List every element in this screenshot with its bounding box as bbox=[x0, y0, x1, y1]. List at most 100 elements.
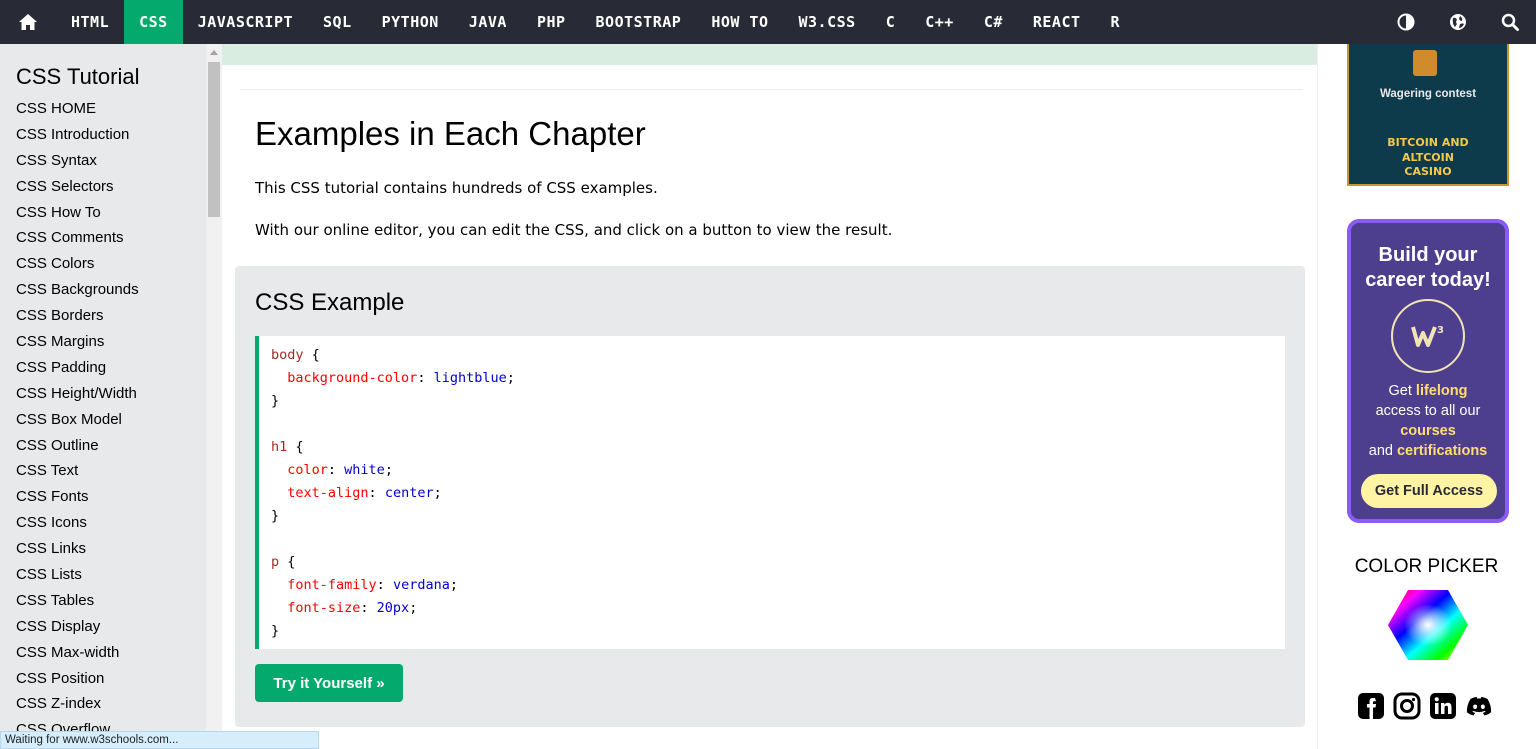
casino-ad[interactable]: Wagering contest BITCOIN AND ALTCOIN CAS… bbox=[1347, 44, 1509, 186]
code-token: ; bbox=[449, 577, 458, 593]
sidebar: CSS Tutorial CSS HOME CSS Introduction CSS… bbox=[0, 44, 206, 749]
sidebar-item-css-height-width[interactable]: CSS Height/Width bbox=[0, 381, 206, 407]
globe-icon[interactable] bbox=[1432, 0, 1484, 44]
nav-item-java[interactable]: JAVA bbox=[454, 0, 522, 44]
theme-toggle-icon[interactable] bbox=[1380, 0, 1432, 44]
career-ad[interactable]: Build your career today! 3 Get lifelong … bbox=[1347, 219, 1509, 523]
sidebar-item-css-borders[interactable]: CSS Borders bbox=[0, 303, 206, 329]
career-text-get: Get bbox=[1388, 383, 1416, 399]
code-token: : bbox=[368, 485, 385, 501]
code-line: text-align: center; bbox=[271, 482, 1273, 505]
facebook-icon[interactable] bbox=[1357, 692, 1385, 720]
nav-item-python[interactable]: PYTHON bbox=[367, 0, 454, 44]
example-box: CSS Example body { background-color: lig… bbox=[235, 266, 1305, 727]
sidebar-item-css-links[interactable]: CSS Links bbox=[0, 536, 206, 562]
code-token: { bbox=[303, 347, 320, 363]
sidebar-item-css-outline[interactable]: CSS Outline bbox=[0, 433, 206, 459]
get-full-access-button[interactable]: Get Full Access bbox=[1361, 474, 1497, 508]
try-it-yourself-button[interactable]: Try it Yourself » bbox=[255, 664, 403, 702]
sidebar-item-css-margins[interactable]: CSS Margins bbox=[0, 329, 206, 355]
sidebar-item-css-fonts[interactable]: CSS Fonts bbox=[0, 484, 206, 510]
sidebar-item-css-backgrounds[interactable]: CSS Backgrounds bbox=[0, 277, 206, 303]
ad-casino-text: BITCOIN AND ALTCOIN CASINO bbox=[1349, 136, 1507, 180]
status-bar: Waiting for www.w3schools.com... bbox=[0, 731, 319, 749]
code-token: h1 bbox=[271, 439, 288, 455]
nav-item-javascript[interactable]: JAVASCRIPT bbox=[183, 0, 308, 44]
code-line: } bbox=[271, 390, 1273, 413]
career-text-courses: courses bbox=[1400, 423, 1456, 439]
sidebar-item-css-max-width[interactable]: CSS Max-width bbox=[0, 640, 206, 666]
top-banner-strip bbox=[222, 44, 1317, 65]
search-icon[interactable] bbox=[1484, 0, 1536, 44]
ad-line-2: BITCOIN AND bbox=[1387, 136, 1469, 149]
scroll-up-arrow-icon[interactable] bbox=[210, 50, 218, 55]
code-token: ; bbox=[384, 462, 393, 478]
nav-item-react[interactable]: REACT bbox=[1018, 0, 1096, 44]
sidebar-scrollbar[interactable] bbox=[206, 44, 222, 749]
color-picker-icon[interactable] bbox=[1388, 590, 1468, 660]
code-token: : bbox=[417, 370, 434, 386]
code-token: { bbox=[279, 554, 296, 570]
sidebar-item-css-introduction[interactable]: CSS Introduction bbox=[0, 122, 206, 148]
code-token: white bbox=[344, 462, 385, 478]
sidebar-item-css-syntax[interactable]: CSS Syntax bbox=[0, 148, 206, 174]
nav-item-php[interactable]: PHP bbox=[522, 0, 581, 44]
nav-item-html[interactable]: HTML bbox=[56, 0, 124, 44]
instagram-icon[interactable] bbox=[1393, 692, 1421, 720]
discord-icon[interactable] bbox=[1465, 692, 1493, 720]
sidebar-item-css-z-index[interactable]: CSS Z-index bbox=[0, 691, 206, 717]
sidebar-item-css-how-to[interactable]: CSS How To bbox=[0, 200, 206, 226]
career-title-line-1: Build your bbox=[1378, 244, 1478, 266]
code-token: font-size bbox=[271, 600, 361, 616]
sidebar-item-css-home[interactable]: CSS HOME bbox=[0, 96, 206, 122]
page-title: Examples in Each Chapter bbox=[255, 115, 646, 152]
sidebar-item-css-text[interactable]: CSS Text bbox=[0, 458, 206, 484]
top-navigation: HTML CSS JAVASCRIPT SQL PYTHON JAVA PHP BOOTSTR… bbox=[0, 0, 1536, 44]
sidebar-item-css-tables[interactable]: CSS Tables bbox=[0, 588, 206, 614]
ad-line-1: Wagering contest bbox=[1379, 88, 1477, 100]
nav-item-css[interactable]: CSS bbox=[124, 0, 183, 44]
career-text-and: and bbox=[1368, 443, 1397, 459]
color-picker-title: COLOR PICKER bbox=[1354, 556, 1499, 577]
code-token: center bbox=[384, 485, 434, 501]
sidebar-title: CSS Tutorial bbox=[16, 64, 140, 89]
career-text-access: access to all our bbox=[1375, 403, 1481, 419]
career-text-lifelong: lifelong bbox=[1415, 383, 1468, 399]
home-icon[interactable] bbox=[0, 0, 56, 44]
code-line: background-color: lightblue; bbox=[271, 367, 1273, 390]
divider bbox=[240, 89, 1303, 90]
sidebar-item-css-lists[interactable]: CSS Lists bbox=[0, 562, 206, 588]
nav-item-r[interactable]: R bbox=[1096, 0, 1136, 44]
scrollbar-thumb[interactable] bbox=[208, 62, 220, 217]
nav-item-bootstrap[interactable]: BOOTSTRAP bbox=[581, 0, 697, 44]
sidebar-item-css-padding[interactable]: CSS Padding bbox=[0, 355, 206, 381]
linkedin-icon[interactable] bbox=[1429, 692, 1457, 720]
sidebar-item-css-colors[interactable]: CSS Colors bbox=[0, 251, 206, 277]
code-token: ; bbox=[506, 370, 515, 386]
nav-item-how-to[interactable]: HOW TO bbox=[696, 0, 783, 44]
nav-item-w3.css[interactable]: W3.CSS bbox=[784, 0, 871, 44]
sidebar-item-css-display[interactable]: CSS Display bbox=[0, 614, 206, 640]
code-block: body { background-color: lightblue;} h1 … bbox=[255, 336, 1285, 649]
sidebar-item-css-box-model[interactable]: CSS Box Model bbox=[0, 407, 206, 433]
code-token: font-family bbox=[271, 577, 377, 593]
nav-item-sql[interactable]: SQL bbox=[308, 0, 367, 44]
example-heading: CSS Example bbox=[255, 289, 405, 316]
sidebar-item-css-position[interactable]: CSS Position bbox=[0, 666, 206, 692]
nav-item-c#[interactable]: C# bbox=[969, 0, 1018, 44]
code-token: color bbox=[271, 462, 328, 478]
sidebar-item-css-comments[interactable]: CSS Comments bbox=[0, 225, 206, 251]
career-title-line-2: career today! bbox=[1365, 269, 1491, 291]
social-links bbox=[1357, 690, 1493, 722]
career-text: Get lifelong access to all our courses a… bbox=[1351, 381, 1505, 461]
sidebar-item-css-icons[interactable]: CSS Icons bbox=[0, 510, 206, 536]
nav-item-c[interactable]: C bbox=[871, 0, 911, 44]
code-token: } bbox=[271, 508, 280, 524]
code-token: { bbox=[287, 439, 304, 455]
code-line: color: white; bbox=[271, 459, 1273, 482]
ad-line-3: ALTCOIN bbox=[1402, 150, 1454, 164]
code-line: p { bbox=[271, 551, 1273, 574]
nav-item-c++[interactable]: C++ bbox=[910, 0, 969, 44]
sidebar-item-css-selectors[interactable]: CSS Selectors bbox=[0, 174, 206, 200]
